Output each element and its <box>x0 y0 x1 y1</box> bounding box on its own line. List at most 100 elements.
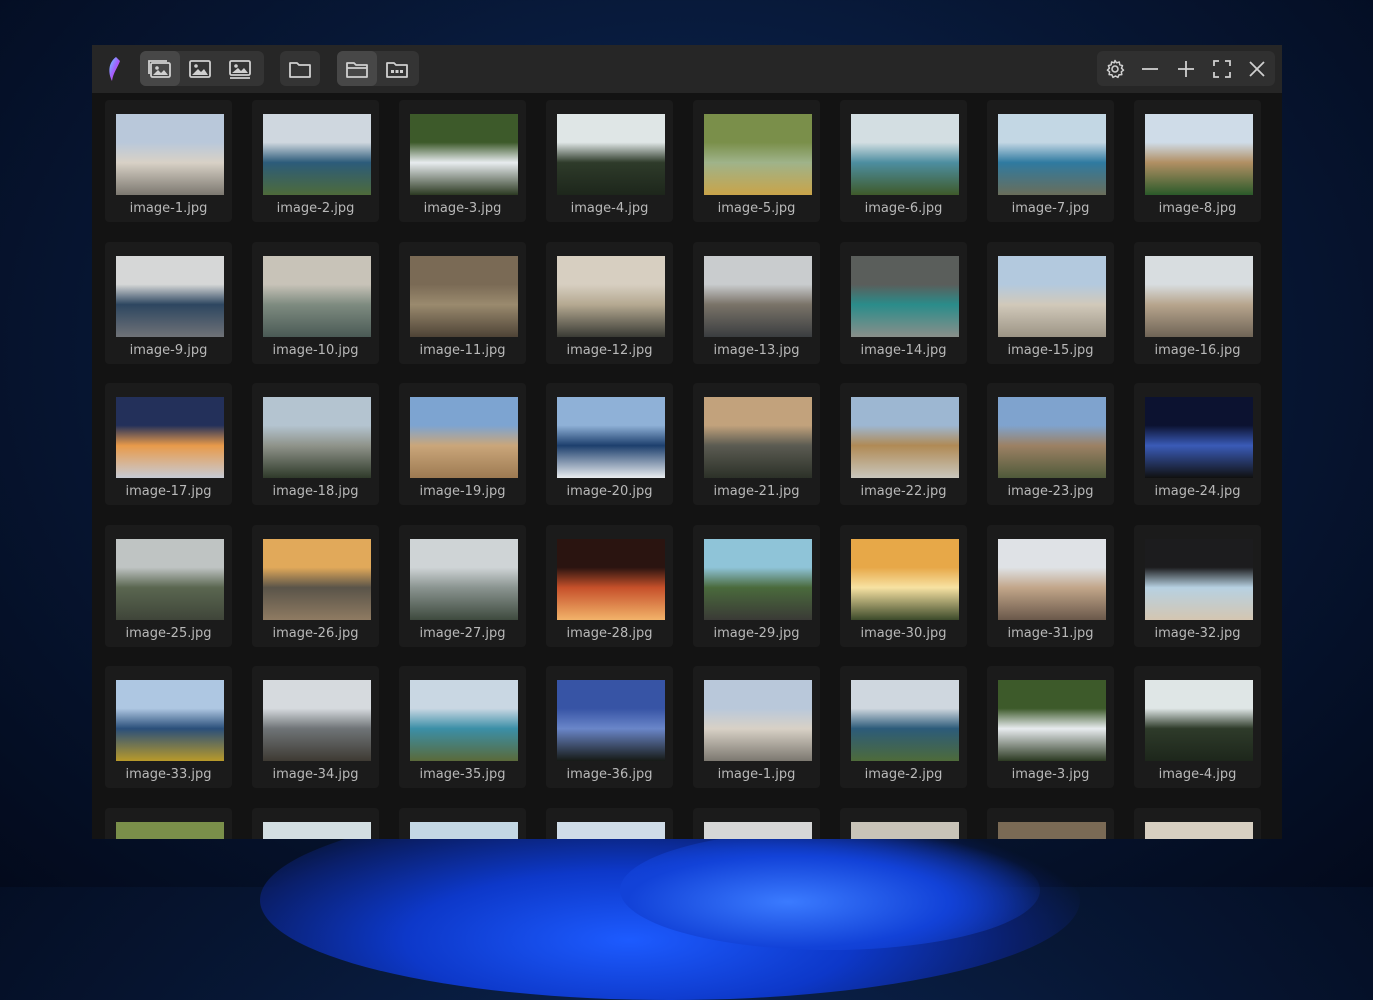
folder-thumbnails-button[interactable] <box>377 51 417 86</box>
thumbnail-image[interactable] <box>1145 680 1253 761</box>
thumbnail-card[interactable]: image-17.jpg <box>105 383 232 505</box>
thumbnail-card[interactable]: image-13.jpg <box>693 241 820 364</box>
thumbnail-card[interactable]: image-28.jpg <box>546 524 673 647</box>
thumbnail-image[interactable] <box>557 397 665 478</box>
thumbnail-card[interactable]: image-22.jpg <box>840 383 967 505</box>
folder-open-button[interactable] <box>337 51 377 86</box>
thumbnail-image[interactable] <box>704 114 812 195</box>
thumbnail-card[interactable]: image-24.jpg <box>1134 383 1261 505</box>
thumbnail-card[interactable]: image-31.jpg <box>987 524 1114 647</box>
thumbnail-card[interactable] <box>252 807 379 839</box>
fit-view-button[interactable] <box>220 51 260 86</box>
thumbnail-image[interactable] <box>704 680 812 761</box>
thumbnail-image[interactable] <box>704 538 812 620</box>
thumbnail-card[interactable]: image-2.jpg <box>840 666 967 788</box>
thumbnail-card[interactable]: image-1.jpg <box>105 100 232 222</box>
zoom-in-button[interactable] <box>1168 51 1204 86</box>
thumbnail-card[interactable]: image-16.jpg <box>1134 241 1261 364</box>
thumbnail-card[interactable]: image-4.jpg <box>1134 666 1261 788</box>
thumbnail-card[interactable] <box>546 807 673 839</box>
thumbnail-card[interactable]: image-34.jpg <box>252 666 379 788</box>
thumbnail-image[interactable] <box>116 255 224 337</box>
thumbnail-card[interactable]: image-20.jpg <box>546 383 673 505</box>
thumbnail-card[interactable]: image-27.jpg <box>399 524 526 647</box>
thumbnail-card[interactable]: image-2.jpg <box>252 100 379 222</box>
thumbnail-card[interactable]: image-32.jpg <box>1134 524 1261 647</box>
thumbnail-image[interactable] <box>116 538 224 620</box>
thumbnail-card[interactable] <box>105 807 232 839</box>
thumbnail-card[interactable]: image-35.jpg <box>399 666 526 788</box>
thumbnail-image[interactable] <box>410 255 518 337</box>
thumbnail-image[interactable] <box>998 821 1106 839</box>
thumbnail-image[interactable] <box>410 397 518 478</box>
thumbnail-image[interactable] <box>704 821 812 839</box>
thumbnail-image[interactable] <box>410 114 518 195</box>
thumbnail-image[interactable] <box>851 397 959 478</box>
close-button[interactable] <box>1239 51 1275 86</box>
thumbnail-image[interactable] <box>851 114 959 195</box>
thumbnail-image[interactable] <box>263 538 371 620</box>
thumbnail-card[interactable]: image-33.jpg <box>105 666 232 788</box>
thumbnail-card[interactable]: image-15.jpg <box>987 241 1114 364</box>
thumbnail-image[interactable] <box>998 538 1106 620</box>
thumbnail-card[interactable]: image-9.jpg <box>105 241 232 364</box>
thumbnail-card[interactable]: image-25.jpg <box>105 524 232 647</box>
thumbnail-card[interactable]: image-30.jpg <box>840 524 967 647</box>
thumbnail-card[interactable]: image-7.jpg <box>987 100 1114 222</box>
thumbnail-image[interactable] <box>998 680 1106 761</box>
thumbnail-card[interactable] <box>399 807 526 839</box>
thumbnail-image[interactable] <box>1145 538 1253 620</box>
thumbnail-image[interactable] <box>410 538 518 620</box>
thumbnail-card[interactable]: image-19.jpg <box>399 383 526 505</box>
thumbnail-card[interactable]: image-10.jpg <box>252 241 379 364</box>
thumbnail-image[interactable] <box>998 397 1106 478</box>
thumbnail-image[interactable] <box>1145 397 1253 478</box>
minimize-button[interactable] <box>1133 51 1169 86</box>
thumbnail-image[interactable] <box>1145 255 1253 337</box>
thumbnail-image[interactable] <box>704 397 812 478</box>
thumbnail-image[interactable] <box>263 680 371 761</box>
thumbnail-image[interactable] <box>851 821 959 839</box>
thumbnail-card[interactable]: image-6.jpg <box>840 100 967 222</box>
grid-view-button[interactable] <box>140 51 180 86</box>
thumbnail-card[interactable] <box>987 807 1114 839</box>
thumbnail-card[interactable] <box>1134 807 1261 839</box>
thumbnail-image[interactable] <box>410 821 518 839</box>
thumbnail-image[interactable] <box>557 538 665 620</box>
thumbnail-card[interactable]: image-4.jpg <box>546 100 673 222</box>
thumbnail-image[interactable] <box>1145 821 1253 839</box>
thumbnail-image[interactable] <box>263 397 371 478</box>
thumbnail-image[interactable] <box>851 680 959 761</box>
thumbnail-image[interactable] <box>557 680 665 761</box>
thumbnail-card[interactable]: image-5.jpg <box>693 100 820 222</box>
thumbnail-image[interactable] <box>116 821 224 839</box>
thumbnail-image[interactable] <box>998 255 1106 337</box>
single-view-button[interactable] <box>180 51 220 86</box>
thumbnail-card[interactable]: image-14.jpg <box>840 241 967 364</box>
thumbnail-card[interactable]: image-26.jpg <box>252 524 379 647</box>
thumbnail-card[interactable]: image-3.jpg <box>399 100 526 222</box>
thumbnail-image[interactable] <box>116 114 224 195</box>
thumbnail-image[interactable] <box>557 255 665 337</box>
thumbnail-card[interactable]: image-1.jpg <box>693 666 820 788</box>
thumbnail-card[interactable]: image-23.jpg <box>987 383 1114 505</box>
thumbnail-card[interactable]: image-8.jpg <box>1134 100 1261 222</box>
thumbnail-image[interactable] <box>263 114 371 195</box>
thumbnail-image[interactable] <box>851 538 959 620</box>
thumbnail-image[interactable] <box>1145 114 1253 195</box>
thumbnail-image[interactable] <box>263 821 371 839</box>
thumbnail-card[interactable] <box>840 807 967 839</box>
thumbnail-card[interactable]: image-36.jpg <box>546 666 673 788</box>
thumbnail-card[interactable]: image-11.jpg <box>399 241 526 364</box>
open-folder-button[interactable] <box>280 51 320 86</box>
thumbnail-card[interactable]: image-18.jpg <box>252 383 379 505</box>
thumbnail-image[interactable] <box>704 255 812 337</box>
thumbnail-card[interactable] <box>693 807 820 839</box>
thumbnail-image[interactable] <box>116 397 224 478</box>
thumbnail-image[interactable] <box>263 255 371 337</box>
fullscreen-button[interactable] <box>1204 51 1240 86</box>
thumbnail-image[interactable] <box>557 821 665 839</box>
thumbnail-image[interactable] <box>116 680 224 761</box>
thumbnail-image[interactable] <box>851 255 959 337</box>
thumbnail-image[interactable] <box>998 114 1106 195</box>
